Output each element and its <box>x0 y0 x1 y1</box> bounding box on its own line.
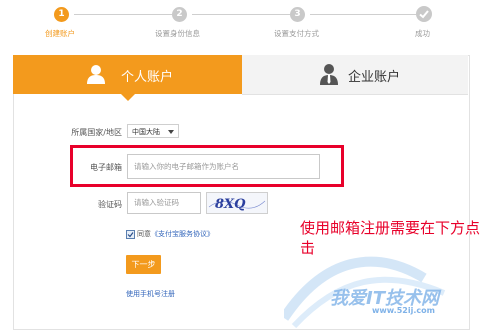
step-2-label: 设置身份信息 <box>155 29 200 38</box>
captcha-graphic: 8XQ <box>208 197 266 212</box>
step-2-indicator: 2 <box>172 7 187 22</box>
tab-personal-label: 个人账户 <box>121 70 174 85</box>
step-progress: 1 2 3 创建账户 设置身份信息 设置支付方式 成功 <box>0 0 500 45</box>
step-1-label: 创建账户 <box>45 29 75 38</box>
country-select-value: 中国大陆 <box>132 128 160 136</box>
agree-text: 同意《支付宝服务协议》 <box>137 229 214 239</box>
phone-register-link[interactable]: 使用手机号注册 <box>126 289 175 299</box>
person-icon <box>87 65 105 84</box>
step-3-label: 设置支付方式 <box>274 29 319 38</box>
watermark-url: www.52ij.com <box>372 306 435 315</box>
step-4-label: 成功 <box>415 29 430 38</box>
step-connector <box>192 14 290 15</box>
tab-enterprise-label: 企业账户 <box>348 70 401 85</box>
step-1-indicator: 1 <box>54 7 69 22</box>
tab-enterprise-account[interactable]: 企业账户 <box>242 55 468 95</box>
checkmark-icon <box>127 232 134 238</box>
agree-prefix: 同意 <box>137 230 151 238</box>
tab-personal-account[interactable]: 个人账户 <box>13 55 242 94</box>
step-connector <box>310 14 416 15</box>
highlight-box <box>70 145 344 187</box>
captcha-image[interactable]: 8XQ <box>206 192 268 214</box>
country-select[interactable]: 中国大陆 <box>127 124 179 138</box>
agree-checkbox[interactable] <box>126 230 135 239</box>
next-step-button[interactable]: 下一步 <box>126 255 161 274</box>
check-icon <box>416 6 432 22</box>
step-3-indicator: 3 <box>290 7 305 22</box>
captcha-input[interactable]: 请输入验证码 <box>127 192 201 214</box>
country-label: 所属国家/地区 <box>71 128 122 137</box>
captcha-text: 8XQ <box>215 197 246 212</box>
business-person-icon <box>320 64 338 85</box>
captcha-label: 验证码 <box>98 200 122 209</box>
chevron-down-icon <box>168 130 174 134</box>
step-connector <box>74 14 172 15</box>
service-agreement-link[interactable]: 《支付宝服务协议》 <box>151 230 214 238</box>
active-tab-pointer <box>121 94 135 101</box>
